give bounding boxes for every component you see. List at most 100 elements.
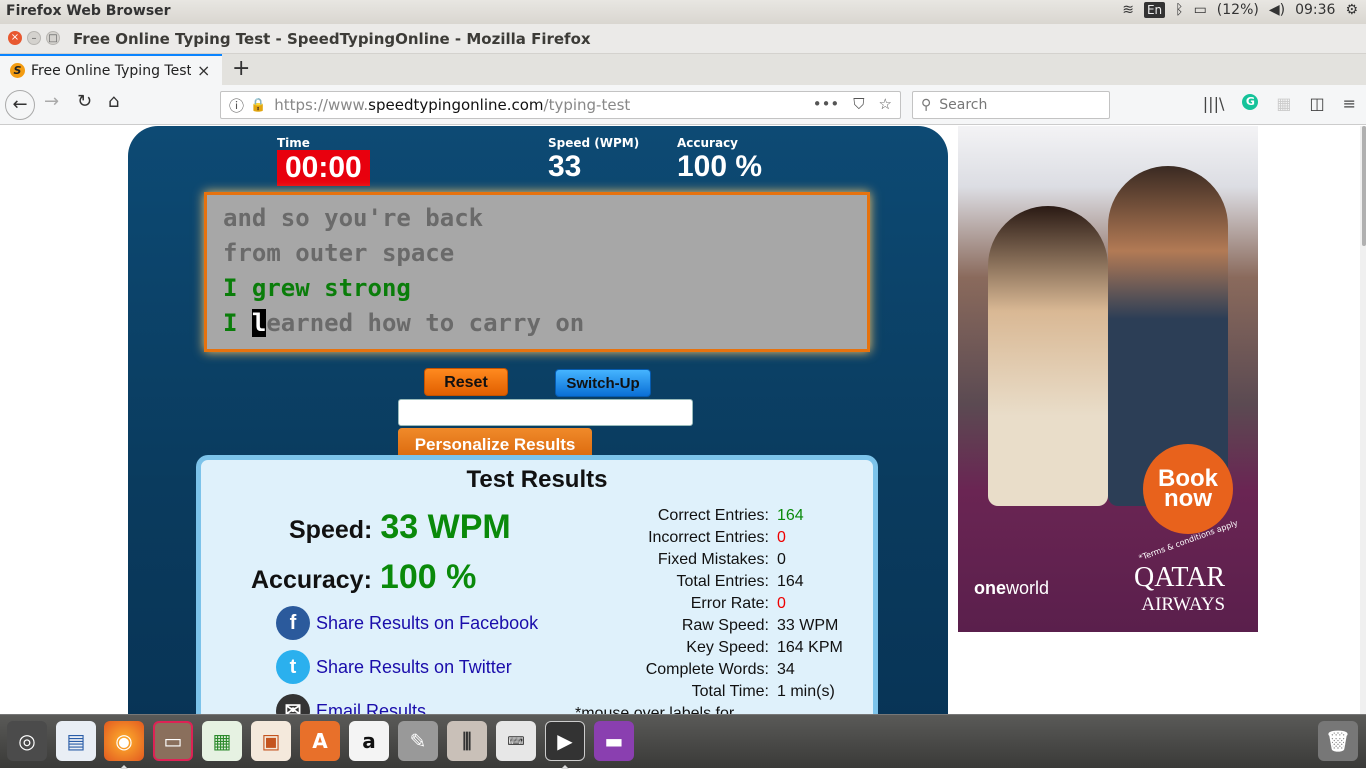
info-icon[interactable]: ⓘ xyxy=(229,95,244,116)
back-button[interactable]: ← xyxy=(5,90,35,120)
launcher-dock: ◎ ▤ ◉ ▭ ▦ ▣ A a ✎ ⫼ ⌨ ▶ ▬ 🗑 xyxy=(0,714,1366,769)
reset-button[interactable]: Reset xyxy=(424,368,508,396)
detail-label[interactable]: Error Rate: xyxy=(611,593,769,615)
window-minimize-button[interactable]: – xyxy=(27,31,41,45)
clock[interactable]: 09:36 xyxy=(1295,2,1335,18)
power-gear-icon[interactable]: ⚙ xyxy=(1345,2,1358,18)
result-speed-label: Speed: xyxy=(289,516,373,544)
tab-strip: S Free Online Typing Test × + xyxy=(0,54,1366,85)
video-editor-icon[interactable]: ▶ xyxy=(545,721,585,761)
detail-value: 164 xyxy=(777,507,804,524)
qatar-airways-advertisement[interactable]: Book now *Terms & conditions apply onewo… xyxy=(958,126,1258,632)
forward-button[interactable]: → xyxy=(44,91,59,112)
typing-text-area[interactable]: and so you're back from outer space I gr… xyxy=(204,192,870,352)
book-now-badge[interactable]: Book now xyxy=(1143,444,1233,534)
system-top-bar: Firefox Web Browser ≋ En ᛒ ▭ (12%) ◀) 09… xyxy=(0,0,1366,24)
bookmark-star-icon[interactable]: ☆ xyxy=(879,95,892,113)
result-accuracy-label: Accuracy: xyxy=(251,566,372,594)
email-results-label: Email Results xyxy=(316,700,427,715)
time-stat: Time 00:00 xyxy=(277,136,370,186)
pocket-icon[interactable]: ⛉ xyxy=(853,95,864,113)
amazon-icon[interactable]: a xyxy=(349,721,389,761)
detail-value: 0 xyxy=(777,595,786,612)
battery-percentage[interactable]: (12%) xyxy=(1217,2,1259,18)
keyboard-language-indicator[interactable]: En xyxy=(1143,2,1166,18)
impress-icon[interactable]: ▣ xyxy=(251,721,291,761)
grammarly-icon[interactable]: G xyxy=(1242,94,1259,110)
page-actions-menu-icon[interactable]: ••• xyxy=(813,95,840,113)
extension-icon[interactable]: ▦ xyxy=(1276,94,1291,113)
new-tab-button[interactable]: + xyxy=(232,56,250,81)
home-button[interactable]: ⌂ xyxy=(108,91,119,112)
bluetooth-icon[interactable]: ᛒ xyxy=(1175,2,1183,18)
reload-button[interactable]: ↻ xyxy=(77,91,92,112)
typing-input[interactable] xyxy=(398,399,693,426)
share-twitter-link[interactable]: t Share Results on Twitter xyxy=(276,650,512,684)
screen-icon[interactable]: ▬ xyxy=(594,721,634,761)
switch-up-button[interactable]: Switch-Up xyxy=(555,369,651,397)
result-accuracy-value: 100 % xyxy=(379,558,477,596)
detail-label[interactable]: Fixed Mistakes: xyxy=(611,549,769,571)
battery-icon[interactable]: ▭ xyxy=(1194,2,1207,18)
detail-value: 0 xyxy=(777,551,786,568)
hamburger-menu-icon[interactable]: ≡ xyxy=(1343,94,1356,113)
scrollbar-thumb[interactable] xyxy=(1362,126,1366,246)
result-speed-value: 33 WPM xyxy=(380,508,511,546)
detail-label[interactable]: Total Time: xyxy=(611,681,769,703)
active-app-name: Firefox Web Browser xyxy=(6,3,171,19)
results-title: Test Results xyxy=(466,466,608,493)
share-facebook-link[interactable]: f Share Results on Facebook xyxy=(276,606,538,640)
detail-label[interactable]: Complete Words: xyxy=(611,659,769,681)
firefox-icon[interactable]: ◉ xyxy=(104,721,144,761)
twitter-icon: t xyxy=(276,650,310,684)
detail-label[interactable]: Raw Speed: xyxy=(611,615,769,637)
ubuntu-icon[interactable]: ◎ xyxy=(7,721,47,761)
detail-row: Key Speed: 164 KPM xyxy=(611,637,843,659)
results-note: *mouse over labels for xyxy=(575,705,735,714)
software-center-icon[interactable]: A xyxy=(300,721,340,761)
accuracy-value: 100 % xyxy=(677,150,763,183)
sidebar-icon[interactable]: ◫ xyxy=(1309,94,1324,113)
detail-value: 0 xyxy=(777,529,786,546)
wifi-icon[interactable]: ≋ xyxy=(1122,2,1134,18)
window-controls: × – □ xyxy=(8,31,60,45)
window-maximize-button[interactable]: □ xyxy=(46,31,60,45)
mixer-icon[interactable]: ⫼ xyxy=(447,721,487,761)
page-scrollbar[interactable] xyxy=(1360,126,1366,714)
tab-typing-test[interactable]: S Free Online Typing Test × xyxy=(0,54,222,85)
detail-row: Raw Speed: 33 WPM xyxy=(611,615,843,637)
lock-icon: 🔒 xyxy=(250,97,267,113)
running-indicator xyxy=(120,765,128,769)
share-twitter-label: Share Results on Twitter xyxy=(316,656,512,677)
url-bar-actions: ••• ⛉ ☆ xyxy=(813,95,892,113)
search-bar[interactable]: ⚲ Search xyxy=(912,91,1110,119)
detail-value: 164 KPM xyxy=(777,639,843,656)
accuracy-stat: Accuracy 100 % xyxy=(677,136,762,184)
share-facebook-label: Share Results on Facebook xyxy=(316,612,539,633)
trash-icon[interactable]: 🗑 xyxy=(1318,721,1358,761)
speed-label: Speed (WPM) xyxy=(548,136,640,150)
keyboard-icon[interactable]: ⌨ xyxy=(496,721,536,761)
system-tray: ≋ En ᛒ ▭ (12%) ◀) 09:36 ⚙ xyxy=(1122,2,1358,18)
email-results-link[interactable]: ✉ Email Results xyxy=(276,694,426,714)
detail-label[interactable]: Incorrect Entries: xyxy=(611,527,769,549)
facebook-icon: f xyxy=(276,606,310,640)
calc-icon[interactable]: ▦ xyxy=(202,721,242,761)
window-close-button[interactable]: × xyxy=(8,31,22,45)
url-bar[interactable]: ⓘ 🔒 https://www. speedtypingonline.com/ty… xyxy=(220,91,901,119)
tab-label: Free Online Typing Test xyxy=(31,62,191,79)
detail-label[interactable]: Correct Entries: xyxy=(611,505,769,527)
detail-label[interactable]: Key Speed: xyxy=(611,637,769,659)
files-icon[interactable]: ▭ xyxy=(153,721,193,761)
settings-icon[interactable]: ✎ xyxy=(398,721,438,761)
speed-stat: Speed (WPM) 33 xyxy=(548,136,639,184)
writer-icon[interactable]: ▤ xyxy=(56,721,96,761)
volume-icon[interactable]: ◀) xyxy=(1269,2,1285,18)
running-indicator xyxy=(561,765,569,769)
ad-woman-image xyxy=(988,206,1108,506)
detail-label[interactable]: Total Entries: xyxy=(611,571,769,593)
web-page: Time 00:00 Speed (WPM) 33 Accuracy 100 %… xyxy=(0,126,1366,714)
library-icon[interactable]: |||\ xyxy=(1203,94,1225,113)
tab-close-icon[interactable]: × xyxy=(197,61,210,80)
detail-value: 34 xyxy=(777,661,795,678)
